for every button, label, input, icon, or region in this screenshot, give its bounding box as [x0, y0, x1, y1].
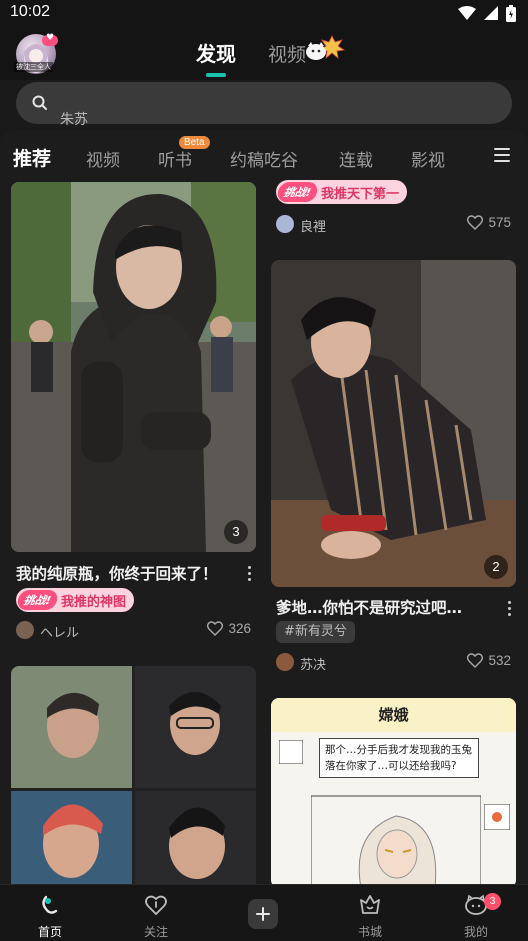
category-commission[interactable]: 约稿吃谷 [230, 146, 298, 171]
nav-home[interactable]: 首页 [15, 885, 85, 941]
heart-icon [467, 215, 484, 230]
nav-home-label: 首页 [37, 925, 62, 939]
author-avatar[interactable] [276, 653, 294, 671]
category-serial[interactable]: 连载 [339, 146, 373, 171]
bottom-nav: 首页 关注 书城 我的 3 [0, 884, 528, 941]
follow-icon [145, 895, 167, 916]
like-count: 326 [228, 621, 251, 636]
like-button[interactable]: 532 [467, 653, 511, 668]
author-row: 苏决 532 [271, 651, 516, 673]
category-recommend[interactable]: 推荐 [13, 144, 51, 171]
nav-profile-label: 我的 [463, 925, 488, 939]
author-row: 良裡 575 [271, 213, 516, 235]
like-count: 532 [488, 653, 511, 668]
bookstore-icon [360, 895, 380, 914]
photo-striped-shirt-person [271, 260, 516, 587]
more-options-icon[interactable] [508, 601, 512, 619]
like-count: 575 [488, 215, 511, 230]
comic-title: 嫦娥 [271, 698, 516, 732]
like-button[interactable]: 575 [467, 215, 511, 230]
author-name[interactable]: ヘレル [40, 622, 79, 641]
heart-icon [207, 621, 224, 636]
create-post-button[interactable] [248, 899, 278, 929]
nav-bookstore-label: 书城 [357, 925, 382, 939]
challenge-flag: 挑战! [16, 590, 59, 610]
moon-icon [279, 740, 303, 764]
tab-discover-indicator [206, 73, 226, 77]
image-count-badge: 3 [224, 520, 248, 544]
post-image[interactable] [11, 666, 256, 890]
status-time: 10:02 [10, 3, 51, 20]
search-icon [32, 95, 47, 110]
wifi-icon [458, 6, 476, 20]
post-image[interactable]: 嫦娥 那个…分手后我才发现我的玉兔落在你家了…可以还给我吗? [271, 698, 516, 888]
challenge-flag: 挑战! [276, 182, 319, 202]
nav-profile[interactable]: 我的 [441, 885, 511, 941]
search-bar[interactable]: 朱苏 [16, 82, 512, 128]
image-count-badge: 2 [484, 555, 508, 579]
nav-follow[interactable]: 关注 [121, 885, 191, 941]
challenge-text: 我推的神图 [61, 594, 127, 610]
sun-icon [484, 804, 510, 830]
status-bar: 10:02 [0, 0, 528, 26]
video-mascot-icon [306, 35, 346, 60]
author-avatar[interactable] [16, 621, 34, 639]
topic-tag[interactable]: #新有灵兮 [276, 621, 355, 643]
comic-speech-bubble: 那个…分手后我才发现我的玉兔落在你家了…可以还给我吗? [319, 738, 479, 778]
post-image[interactable]: 3 [11, 182, 256, 552]
avatar-heart-badge [42, 33, 58, 46]
status-icons [458, 4, 516, 22]
signal-icon [484, 6, 498, 20]
author-avatar[interactable] [276, 215, 294, 233]
home-icon [42, 895, 58, 914]
author-name[interactable]: 苏决 [300, 654, 326, 673]
post-image[interactable]: 2 [271, 260, 516, 587]
more-options-icon[interactable] [248, 566, 252, 584]
photo-hoodie-person [11, 182, 256, 552]
category-bar: 推荐 视频 听书 Beta 约稿吃谷 连载 影视 [0, 130, 528, 182]
top-header: 被沈三全人 发现 视频 [0, 26, 528, 80]
challenge-tag[interactable]: 挑战! 我推的神图 [16, 588, 135, 612]
author-row: ヘレル 326 [11, 619, 256, 641]
heart-icon [467, 653, 484, 668]
nav-follow-label: 关注 [143, 925, 168, 939]
category-film[interactable]: 影视 [411, 146, 445, 171]
feed-panel: 推荐 视频 听书 Beta 约稿吃谷 连载 影视 3 我的纯原瓶，你终于回来了！… [0, 130, 528, 890]
comic-character [311, 795, 481, 888]
notification-badge: 3 [484, 893, 501, 910]
post-title[interactable]: 爹地…你怕不是研究过吧… [276, 596, 491, 618]
like-button[interactable]: 326 [207, 621, 251, 636]
post-title[interactable]: 我的纯原瓶，你终于回来了！ [16, 562, 231, 584]
category-video[interactable]: 视频 [86, 146, 120, 171]
challenge-text: 我推天下第一 [321, 186, 400, 202]
nav-bookstore[interactable]: 书城 [335, 885, 405, 941]
category-audiobook[interactable]: 听书 [158, 146, 192, 171]
battery-icon [506, 4, 516, 22]
author-name[interactable]: 良裡 [300, 216, 326, 235]
challenge-tag[interactable]: 挑战! 我推天下第一 [276, 180, 408, 204]
tab-discover[interactable]: 发现 [196, 38, 236, 67]
avatar-caption: 被沈三全人 [14, 62, 53, 72]
tab-video[interactable]: 视频 [268, 40, 306, 67]
photo-collage [11, 666, 256, 890]
search-placeholder: 朱苏 [60, 112, 88, 128]
category-menu-icon[interactable] [494, 148, 510, 166]
beta-badge: Beta [179, 136, 210, 149]
